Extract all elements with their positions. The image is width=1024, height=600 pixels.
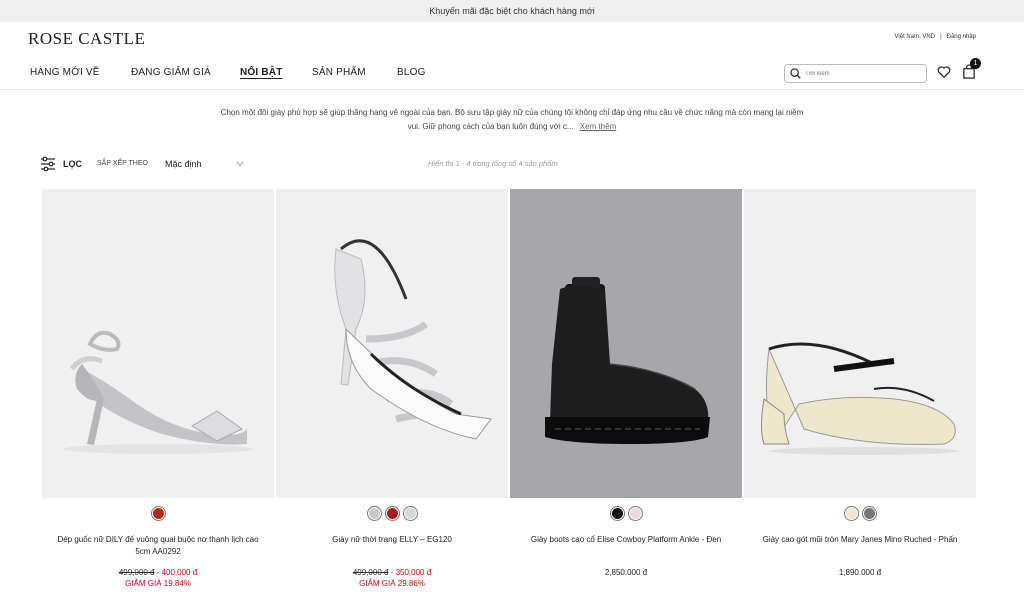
- color-swatches: [42, 506, 274, 522]
- nav-item-blog[interactable]: BLOG: [397, 67, 426, 78]
- sort-label: SẮP XẾP THEO: [97, 160, 148, 167]
- color-swatch[interactable]: [384, 506, 400, 521]
- brand-logo[interactable]: ROSE CASTLE: [28, 29, 145, 49]
- product-name[interactable]: Dép guốc nữ DILY đế vuông quai buộc nơ t…: [42, 534, 274, 560]
- mary-jane-heel-image: [761, 342, 959, 455]
- color-swatch[interactable]: [402, 506, 418, 521]
- color-swatch[interactable]: [150, 506, 166, 521]
- sale-price: 350,000 đ: [395, 568, 432, 577]
- original-price: 499,000 đ: [118, 568, 155, 577]
- search-box[interactable]: [784, 64, 927, 83]
- login-link[interactable]: Đăng nhập: [947, 34, 976, 40]
- search-icon: [790, 68, 801, 79]
- product-image[interactable]: [510, 189, 742, 498]
- sale-price: 400,000 đ: [161, 568, 198, 577]
- original-price: 499,000 đ: [352, 568, 389, 577]
- cart-count-badge: 1: [970, 58, 981, 69]
- discount-label: GIẢM GIÁ 29.86%: [359, 579, 425, 588]
- locale-bar: Việt Nam, VND | Đăng nhập: [895, 34, 977, 40]
- product-name[interactable]: Giày cao gót mũi tròn Mary Janes Mino Ru…: [744, 534, 976, 560]
- product-card[interactable]: Giày cao gót mũi tròn Mary Janes Mino Ru…: [744, 189, 976, 588]
- silver-heel-sandal-image: [63, 330, 253, 454]
- color-swatch[interactable]: [609, 506, 625, 521]
- price-row: 1,890.000 đ: [744, 568, 976, 577]
- sort-select[interactable]: Mặc định: [165, 159, 202, 169]
- color-swatches: [510, 506, 742, 522]
- color-swatch[interactable]: [366, 506, 382, 521]
- product-grid: Dép guốc nữ DILY đế vuông quai buộc nơ t…: [42, 189, 976, 588]
- nav-item-featured[interactable]: NỔI BẬT: [240, 67, 283, 78]
- color-swatches: [276, 506, 508, 522]
- product-image[interactable]: [42, 189, 274, 498]
- product-image[interactable]: [276, 189, 508, 498]
- listing-toolbar: LỌC SẮP XẾP THEO Mặc định Hiển thị 1 - 4…: [40, 156, 984, 172]
- color-swatch[interactable]: [861, 506, 877, 521]
- chevron-down-icon[interactable]: [236, 161, 244, 167]
- product-name[interactable]: Giày nữ thời trang ELLY – EG120: [276, 534, 508, 560]
- promo-banner: Khuyến mãi đặc biệt cho khách hàng mới: [0, 0, 1024, 22]
- category-description-text: Chọn một đôi giày phù hợp sẽ giúp thăng …: [220, 108, 804, 131]
- region-selector[interactable]: Việt Nam, VND: [895, 34, 936, 40]
- locale-separator: |: [940, 34, 942, 40]
- product-card[interactable]: Dép guốc nữ DILY đế vuông quai buộc nơ t…: [42, 189, 274, 588]
- price-row: 2,850.000 đ: [510, 568, 742, 577]
- filter-icon[interactable]: [40, 156, 56, 172]
- color-swatches: [744, 506, 976, 522]
- product-image[interactable]: [744, 189, 976, 498]
- color-swatch[interactable]: [843, 506, 859, 521]
- heart-icon[interactable]: [937, 65, 951, 79]
- nav-item-sale[interactable]: ĐANG GIẢM GIÁ: [131, 67, 211, 78]
- main-nav: HÀNG MỚI VỀ ĐANG GIẢM GIÁ NỔI BẬT SẢN PH…: [0, 56, 1024, 90]
- color-swatch[interactable]: [627, 506, 643, 521]
- filter-button[interactable]: LỌC: [63, 159, 82, 169]
- results-count: Hiển thị 1 - 4 trong tổng số 4 sản phẩm: [428, 159, 558, 168]
- search-input[interactable]: [805, 70, 915, 77]
- price-row: 499,000 đ - 400,000 đ: [42, 568, 274, 577]
- price: 2,850.000 đ: [604, 568, 648, 577]
- nav-item-products[interactable]: SẢN PHẨM: [312, 67, 366, 78]
- top-bar: ROSE CASTLE Việt Nam, VND | Đăng nhập: [0, 22, 1024, 56]
- strappy-sandal-image: [334, 239, 492, 440]
- nav-item-new[interactable]: HÀNG MỚI VỀ: [30, 67, 100, 78]
- product-name[interactable]: Giày boots cao cổ Elise Cowboy Platform …: [510, 534, 742, 560]
- discount-label: GIẢM GIÁ 19.84%: [125, 579, 191, 588]
- read-more-link[interactable]: Xem thêm: [580, 122, 616, 131]
- price-row: 499,000 đ - 350,000 đ: [276, 568, 508, 577]
- product-card[interactable]: Giày boots cao cổ Elise Cowboy Platform …: [510, 189, 742, 588]
- black-ankle-boot-image: [545, 277, 710, 444]
- category-description: Chọn một đôi giày phù hợp sẽ giúp thăng …: [220, 106, 804, 134]
- product-card[interactable]: Giày nữ thời trang ELLY – EG120 499,000 …: [276, 189, 508, 588]
- price: 1,890.000 đ: [838, 568, 882, 577]
